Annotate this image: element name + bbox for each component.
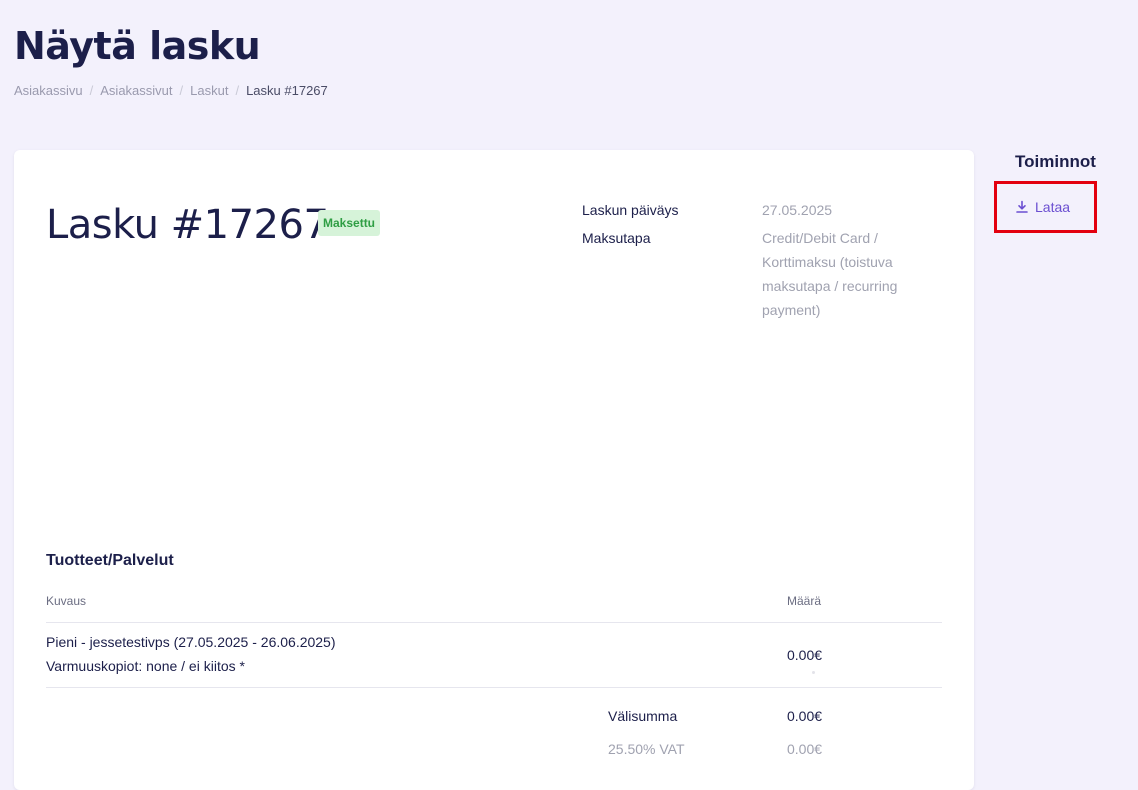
breadcrumb: Asiakassivu / Asiakassivut / Laskut / La… xyxy=(14,83,328,98)
invoice-date-label: Laskun päiväys xyxy=(582,202,679,218)
items-section-title: Tuotteet/Palvelut xyxy=(46,552,174,569)
breadcrumb-separator: / xyxy=(179,83,184,98)
invoice-card: Lasku #17267 Maksettu Laskun päiväys 27.… xyxy=(14,150,974,790)
download-button[interactable]: Lataa xyxy=(994,181,1097,233)
item-amount: 0.00€ xyxy=(787,647,823,663)
status-badge: Maksettu xyxy=(318,210,381,236)
invoice-date-value: 27.05.2025 xyxy=(762,202,833,218)
table-divider xyxy=(46,687,942,688)
download-label: Lataa xyxy=(1035,199,1071,215)
vat-value: 0.00€ xyxy=(787,741,823,757)
payment-method-label: Maksutapa xyxy=(582,230,651,246)
payment-method-value: Credit/Debit Card / Korttimaksu (toistuv… xyxy=(762,226,932,322)
breadcrumb-item-laskut[interactable]: Laskut xyxy=(190,83,228,98)
column-header-amount: Määrä xyxy=(787,594,822,608)
item-description-line: Varmuuskopiot: none / ei kiitos * xyxy=(46,658,245,674)
breadcrumb-item-asiakassivut[interactable]: Asiakassivut xyxy=(100,83,172,98)
vat-label: 25.50% VAT xyxy=(608,741,685,757)
breadcrumb-item-current: Lasku #17267 xyxy=(246,83,328,98)
breadcrumb-item-asiakassivu[interactable]: Asiakassivu xyxy=(14,83,83,98)
payment-method-line: Credit/Debit Card / xyxy=(762,230,878,246)
payment-method-line: payment) xyxy=(762,302,821,318)
page-title: Näytä lasku xyxy=(14,24,261,68)
invoice-title: Lasku #17267 xyxy=(46,202,329,248)
actions-title: Toiminnot xyxy=(1015,152,1096,171)
payment-method-line: Korttimaksu (toistuva xyxy=(762,254,893,270)
table-divider xyxy=(46,622,942,623)
decorative-dot xyxy=(812,671,815,674)
subtotal-value: 0.00€ xyxy=(787,708,823,724)
subtotal-label: Välisumma xyxy=(608,708,678,724)
download-icon xyxy=(1016,200,1028,213)
column-header-description: Kuvaus xyxy=(46,594,87,608)
breadcrumb-separator: / xyxy=(89,83,94,98)
payment-method-line: maksutapa / recurring xyxy=(762,278,898,294)
item-description-line: Pieni - jessetestivps (27.05.2025 - 26.0… xyxy=(46,634,336,650)
breadcrumb-separator: / xyxy=(235,83,240,98)
